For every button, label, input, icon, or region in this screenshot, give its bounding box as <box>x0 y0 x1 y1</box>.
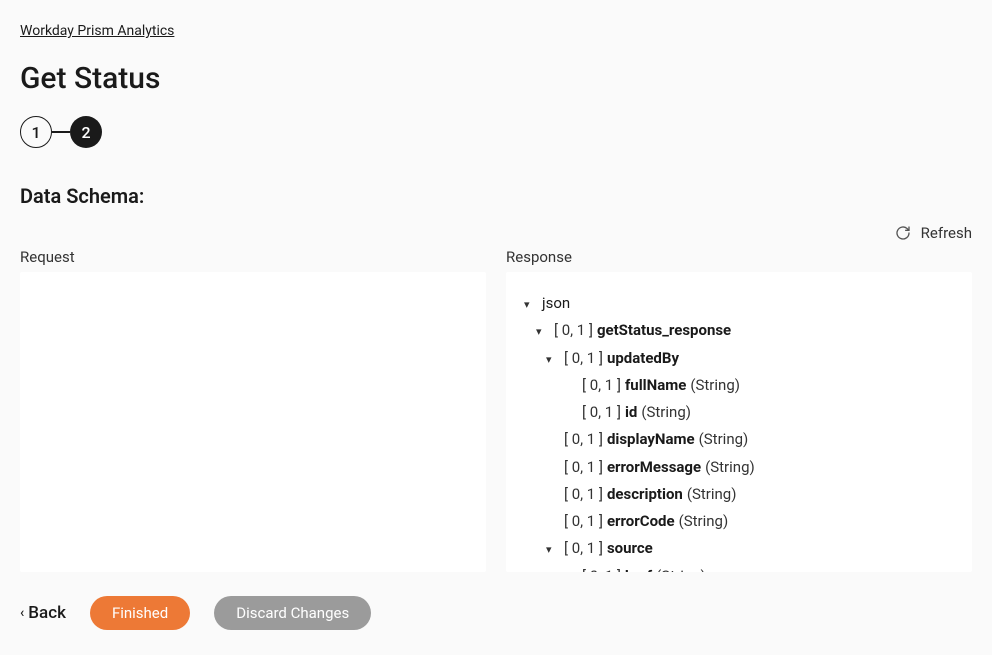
tree-range: [ 0, 1 ] <box>564 483 603 506</box>
refresh-icon <box>895 225 911 241</box>
request-panel-label: Request <box>20 248 486 266</box>
discard-button[interactable]: Discard Changes <box>214 596 371 630</box>
tree-node-id[interactable]: [ 0, 1 ] id (String) <box>518 399 960 426</box>
tree-node-label: href <box>625 565 652 573</box>
tree-node-type: (String) <box>705 456 755 479</box>
tree-range: [ 0, 1 ] <box>564 510 603 533</box>
tree-range: [ 0, 1 ] <box>582 401 621 424</box>
tree-node-label: fullName <box>625 374 686 397</box>
chevron-down-icon: ▾ <box>546 351 560 368</box>
stepper: 1 2 <box>20 116 972 148</box>
tree-range: [ 0, 1 ] <box>554 319 593 342</box>
back-button[interactable]: ‹ Back <box>20 603 66 623</box>
tree-node-label: errorMessage <box>607 456 701 479</box>
tree-node-displayname[interactable]: [ 0, 1 ] displayName (String) <box>518 426 960 453</box>
tree-node-type: (String) <box>687 483 737 506</box>
tree-node-getstatus-response[interactable]: ▾ [ 0, 1 ] getStatus_response <box>518 317 960 344</box>
section-heading: Data Schema: <box>20 184 972 208</box>
tree-node-fullname[interactable]: [ 0, 1 ] fullName (String) <box>518 372 960 399</box>
tree-node-label: errorCode <box>607 510 675 533</box>
chevron-down-icon: ▾ <box>546 541 560 558</box>
chevron-left-icon: ‹ <box>20 605 24 621</box>
tree-node-description[interactable]: [ 0, 1 ] description (String) <box>518 481 960 508</box>
refresh-label: Refresh <box>921 224 972 242</box>
tree-range: [ 0, 1 ] <box>582 565 621 573</box>
chevron-down-icon: ▾ <box>536 323 550 340</box>
breadcrumb-link[interactable]: Workday Prism Analytics <box>20 23 174 39</box>
request-panel <box>20 272 486 572</box>
tree-node-href[interactable]: [ 0, 1 ] href (String) <box>518 563 960 573</box>
tree-node-type: (String) <box>679 510 729 533</box>
tree-range: [ 0, 1 ] <box>582 374 621 397</box>
response-panel-label: Response <box>506 248 972 266</box>
tree-node-errorcode[interactable]: [ 0, 1 ] errorCode (String) <box>518 508 960 535</box>
tree-node-errormessage[interactable]: [ 0, 1 ] errorMessage (String) <box>518 454 960 481</box>
tree-node-type: (String) <box>690 374 740 397</box>
step-1[interactable]: 1 <box>20 116 52 148</box>
response-panel: ▾ json ▾ [ 0, 1 ] getStatus_response ▾ [… <box>506 272 972 572</box>
tree-node-updatedby[interactable]: ▾ [ 0, 1 ] updatedBy <box>518 345 960 372</box>
schema-tree: ▾ json ▾ [ 0, 1 ] getStatus_response ▾ [… <box>506 272 972 572</box>
tree-node-type: (String) <box>656 565 706 573</box>
tree-node-type: (String) <box>641 401 691 424</box>
tree-range: [ 0, 1 ] <box>564 537 603 560</box>
footer-actions: ‹ Back Finished Discard Changes <box>20 596 972 630</box>
tree-node-label: json <box>542 292 570 315</box>
tree-node-label: updatedBy <box>607 347 679 370</box>
tree-range: [ 0, 1 ] <box>564 456 603 479</box>
finished-button[interactable]: Finished <box>90 596 190 630</box>
tree-node-label: displayName <box>607 428 695 451</box>
tree-range: [ 0, 1 ] <box>564 347 603 370</box>
chevron-down-icon: ▾ <box>524 296 538 313</box>
tree-node-label: getStatus_response <box>597 319 731 342</box>
tree-node-source[interactable]: ▾ [ 0, 1 ] source <box>518 535 960 562</box>
tree-node-label: description <box>607 483 683 506</box>
back-label: Back <box>28 603 66 623</box>
step-connector <box>52 131 70 133</box>
page-title: Get Status <box>20 61 972 96</box>
tree-range: [ 0, 1 ] <box>564 428 603 451</box>
refresh-button[interactable]: Refresh <box>20 224 972 242</box>
tree-node-label: id <box>625 401 637 424</box>
tree-node-label: source <box>607 537 653 560</box>
tree-node-type: (String) <box>699 428 749 451</box>
step-2[interactable]: 2 <box>70 116 102 148</box>
tree-node-json[interactable]: ▾ json <box>518 290 960 317</box>
